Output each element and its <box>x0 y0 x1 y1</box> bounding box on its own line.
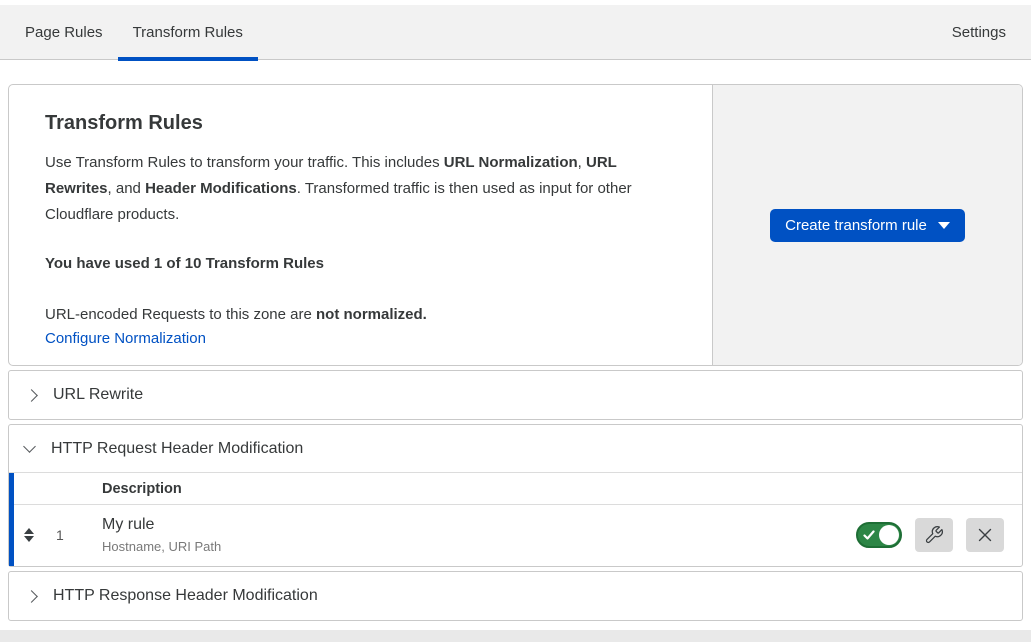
toggle-knob <box>879 525 899 545</box>
section-http-response-header-modification: HTTP Response Header Modification <box>8 571 1023 621</box>
section-url-rewrite: URL Rewrite <box>8 370 1023 420</box>
rule-index: 1 <box>46 527 102 543</box>
section-header-http-request[interactable]: HTTP Request Header Modification <box>9 425 1022 473</box>
description-text: , <box>578 154 586 171</box>
sort-up-triangle <box>24 528 34 534</box>
normalization-status: URL-encoded Requests to this zone are no… <box>45 306 672 323</box>
rule-description-cell: My rule Hostname, URI Path <box>102 516 856 554</box>
tab-label: Transform Rules <box>133 24 243 41</box>
table-header-description: Description <box>102 481 1022 497</box>
tab-label: Settings <box>952 24 1006 41</box>
normalization-bold: not normalized. <box>316 306 427 323</box>
rule-name: My rule <box>102 516 856 534</box>
table-header-row: Description <box>14 473 1022 505</box>
tab-settings[interactable]: Settings <box>937 5 1021 59</box>
create-transform-rule-label: Create transform rule <box>785 217 927 234</box>
rules-table: Description 1 My rule Hostname, URI Path <box>9 473 1022 566</box>
drag-sort-icon[interactable] <box>22 528 36 542</box>
caret-down-icon <box>938 222 950 229</box>
edit-rule-button[interactable] <box>915 518 953 552</box>
configure-normalization-link[interactable]: Configure Normalization <box>45 330 206 347</box>
description-bold: Header Modifications <box>145 180 297 197</box>
wrench-icon <box>924 525 944 545</box>
chevron-down-icon <box>23 440 36 453</box>
tab-label: Page Rules <box>25 24 103 41</box>
transform-rules-overview-card: Transform Rules Use Transform Rules to t… <box>8 84 1023 366</box>
check-icon <box>863 529 875 541</box>
table-row: 1 My rule Hostname, URI Path <box>14 505 1022 566</box>
section-http-request-header-modification: HTTP Request Header Modification Descrip… <box>8 424 1023 567</box>
table-header-spacer <box>46 481 102 497</box>
chevron-right-icon <box>25 590 38 603</box>
section-label: HTTP Response Header Modification <box>53 587 318 605</box>
rule-fields: Hostname, URI Path <box>102 539 856 554</box>
sort-down-triangle <box>24 536 34 542</box>
create-transform-rule-button[interactable]: Create transform rule <box>770 209 965 242</box>
create-rule-panel: Create transform rule <box>712 85 1022 365</box>
page-title: Transform Rules <box>45 112 672 135</box>
page-background-strip <box>0 630 1031 642</box>
section-header-url-rewrite[interactable]: URL Rewrite <box>9 371 1022 419</box>
rule-enabled-toggle[interactable] <box>856 522 902 548</box>
delete-rule-button[interactable] <box>966 518 1004 552</box>
table-header-spacer <box>14 481 46 497</box>
normalization-text: URL-encoded Requests to this zone are <box>45 306 316 323</box>
description-text: , and <box>108 180 146 197</box>
rule-actions <box>856 518 1022 552</box>
tab-transform-rules[interactable]: Transform Rules <box>118 5 258 59</box>
section-label: HTTP Request Header Modification <box>51 440 303 458</box>
section-header-http-response[interactable]: HTTP Response Header Modification <box>9 572 1022 620</box>
overview-description: Use Transform Rules to transform your tr… <box>45 150 672 228</box>
description-text: Use Transform Rules to transform your tr… <box>45 154 444 171</box>
section-label: URL Rewrite <box>53 386 143 404</box>
close-icon <box>976 526 994 544</box>
chevron-right-icon <box>25 389 38 402</box>
tabbar-spacer <box>258 5 937 59</box>
overview-content: Transform Rules Use Transform Rules to t… <box>9 85 712 365</box>
tab-page-rules[interactable]: Page Rules <box>10 5 118 59</box>
usage-count-text: You have used 1 of 10 Transform Rules <box>45 255 672 272</box>
tab-bar: Page Rules Transform Rules Settings <box>0 5 1031 60</box>
description-bold: URL Normalization <box>444 154 578 171</box>
